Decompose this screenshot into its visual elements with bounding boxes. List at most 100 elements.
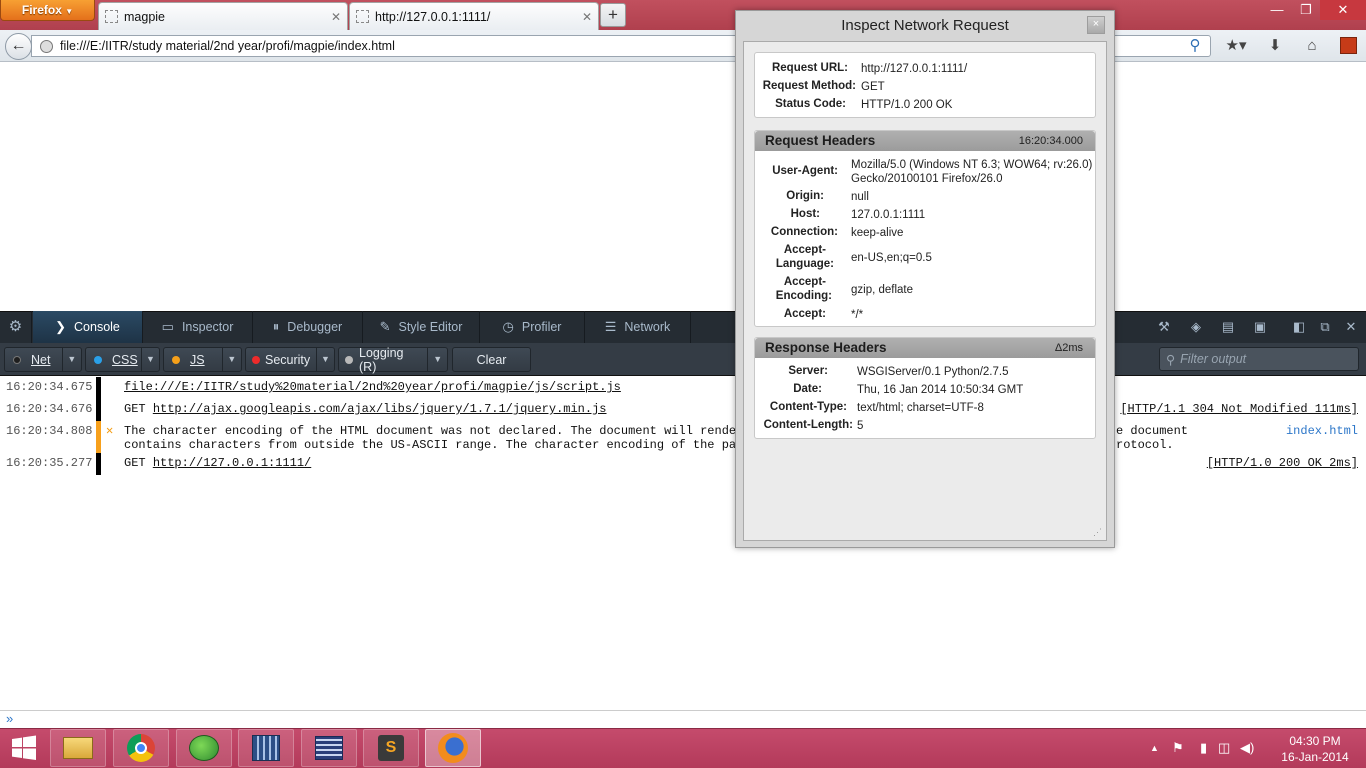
request-status-link[interactable]: [HTTP/1.0 200 OK 2ms] [1207, 456, 1358, 470]
bookmark-star-icon[interactable]: ★▾ [1220, 36, 1252, 56]
addon-icon[interactable] [1340, 37, 1357, 54]
app-taskbar-icon[interactable] [238, 729, 294, 767]
tab-profiler[interactable]: ◷ Profiler [480, 311, 585, 343]
sublime-text-taskbar-icon[interactable]: S [363, 729, 419, 767]
script-link[interactable]: file:///E:/IITR/study%20material/2nd%20y… [124, 380, 621, 394]
undock-icon[interactable]: ⧉ [1312, 311, 1338, 343]
chevron-down-icon[interactable]: ▼ [141, 348, 159, 371]
warning-icon: ✕ [106, 424, 114, 438]
net-filter-button[interactable]: Net ▼ [4, 347, 82, 372]
firefox-taskbar-icon[interactable] [425, 729, 481, 767]
back-arrow-icon: ← [10, 37, 27, 54]
status-code-key: Status Code: [775, 98, 846, 110]
resize-grip-icon[interactable]: ⋰ [1093, 527, 1103, 537]
download-manager-taskbar-icon[interactable] [176, 729, 232, 767]
server-value: WSGIServer/0.1 Python/2.7.5 [857, 366, 1009, 378]
host-value: 127.0.0.1:1111 [851, 209, 926, 221]
tab-debugger[interactable]: ⏸ Debugger [253, 311, 363, 343]
close-tab-icon[interactable]: ✕ [582, 10, 592, 24]
tab-label: magpie [124, 9, 165, 24]
close-devtools-icon[interactable]: ✕ [1338, 311, 1364, 343]
tab-magpie[interactable]: magpie ✕ [98, 2, 348, 30]
action-center-flag-icon[interactable]: ⚑ [1172, 740, 1184, 756]
request-url-link[interactable]: http://127.0.0.1:1111/ [153, 456, 311, 470]
gear-icon[interactable]: ⚙ [0, 311, 32, 343]
windows-logo-icon [12, 735, 36, 760]
search-icon[interactable]: ⚲ [1186, 36, 1204, 56]
request-headers-header[interactable]: Request Headers 16:20:34.000 [755, 131, 1095, 151]
paint-flashing-icon[interactable]: ⚒ [1148, 311, 1180, 343]
tab-inspector[interactable]: ▭ Inspector [143, 311, 253, 343]
tab-console[interactable]: ❯ Console [33, 311, 143, 343]
tab-localhost[interactable]: http://127.0.0.1:1111/ ✕ [349, 2, 599, 30]
minimize-icon[interactable]: — [1262, 0, 1292, 20]
tab-label: Debugger [287, 320, 343, 334]
timestamp: 16:20:34.676 [6, 402, 93, 416]
app2-taskbar-icon[interactable] [301, 729, 357, 767]
chevron-down-icon[interactable]: ▼ [221, 348, 241, 371]
chevron-down-icon[interactable]: ▼ [316, 348, 334, 371]
network-tray-icon[interactable]: ◫ [1218, 740, 1230, 756]
volume-icon[interactable]: ◀) [1240, 740, 1254, 756]
content-type-value: text/html; charset=UTF-8 [857, 402, 984, 414]
css-dot-icon [94, 355, 102, 364]
home-icon[interactable]: ⌂ [1300, 36, 1324, 56]
inspector-icon: ▭ [161, 319, 174, 334]
firefox-menu-label: Firefox [21, 3, 62, 17]
accept-encoding-key: Accept- [783, 276, 826, 288]
chevron-down-icon[interactable]: ▼ [61, 348, 81, 371]
request-status-link[interactable]: [HTTP/1.1 304 Not Modified 111ms] [1120, 402, 1358, 416]
restore-icon[interactable]: ❐ [1292, 0, 1320, 20]
scratchpad-icon[interactable]: ▤ [1212, 311, 1244, 343]
dialog-title: Inspect Network Request [841, 17, 1009, 34]
clear-button[interactable]: Clear [452, 347, 531, 372]
warning-text-line1: The character encoding of the HTML docum… [124, 424, 758, 438]
net-dot-icon [13, 355, 21, 364]
response-headers-header[interactable]: Response Headers Δ2ms [755, 338, 1095, 358]
source-file-link[interactable]: index.html [1286, 424, 1358, 438]
new-tab-button[interactable]: + [600, 3, 626, 27]
tab-style-editor[interactable]: ✎ Style Editor [363, 311, 480, 343]
clear-label: Clear [476, 352, 507, 367]
responsive-mode-icon[interactable]: ▣ [1244, 311, 1276, 343]
start-button[interactable] [10, 734, 40, 762]
date-value: Thu, 16 Jan 2014 10:50:34 GMT [857, 384, 1024, 396]
accept-key: Accept: [783, 308, 826, 320]
server-key: Server: [788, 365, 828, 377]
download-icon[interactable]: ⬇ [1264, 36, 1286, 56]
js-filter-button[interactable]: JS ▼ [163, 347, 242, 372]
close-window-icon[interactable]: ✕ [1320, 0, 1366, 20]
battery-icon[interactable]: ▮ [1200, 740, 1207, 756]
logging-dot-icon [345, 355, 353, 364]
timestamp: 16:20:34.808 [6, 424, 93, 438]
request-url-link[interactable]: http://ajax.googleapis.com/ajax/libs/jqu… [153, 402, 607, 416]
back-button[interactable]: ← [5, 33, 32, 60]
security-filter-button[interactable]: Security ▼ [245, 347, 335, 372]
warning-text-tail2: rotocol. [1116, 438, 1174, 452]
firefox-menu-button[interactable]: Firefox ▼ [0, 0, 95, 21]
show-hidden-icons[interactable]: ▲ [1150, 743, 1159, 753]
3d-view-icon[interactable]: ◈ [1180, 311, 1212, 343]
content-type-key: Content-Type: [769, 401, 847, 413]
console-row: 16:20:34.676 GET http://ajax.googleapis.… [0, 399, 1366, 421]
css-label: CSS [112, 352, 138, 367]
filter-output-input[interactable]: ⚲ Filter output [1159, 347, 1359, 371]
chevron-down-icon: ▼ [65, 7, 74, 16]
close-icon[interactable]: × [1087, 16, 1105, 34]
css-filter-button[interactable]: CSS ▼ [85, 347, 160, 372]
console-input[interactable]: » [0, 710, 1366, 728]
tab-label: Style Editor [398, 320, 463, 334]
logging-filter-button[interactable]: Logging (R) ▼ [338, 346, 448, 374]
close-tab-icon[interactable]: ✕ [331, 10, 341, 24]
tab-network[interactable]: ☰ Network [585, 311, 691, 343]
chrome-taskbar-icon[interactable] [113, 729, 169, 767]
system-clock[interactable]: 04:30 PM 16-Jan-2014 [1270, 733, 1360, 765]
file-explorer-taskbar-icon[interactable] [50, 729, 106, 767]
chevron-down-icon[interactable]: ▼ [427, 348, 447, 371]
tab-label: Network [624, 320, 671, 334]
prompt-chevron-icon: » [6, 711, 14, 726]
log-category-bar [96, 399, 101, 421]
warning-bar [96, 421, 101, 453]
dock-side-icon[interactable]: ◧ [1286, 311, 1312, 343]
chrome-icon [127, 734, 155, 762]
